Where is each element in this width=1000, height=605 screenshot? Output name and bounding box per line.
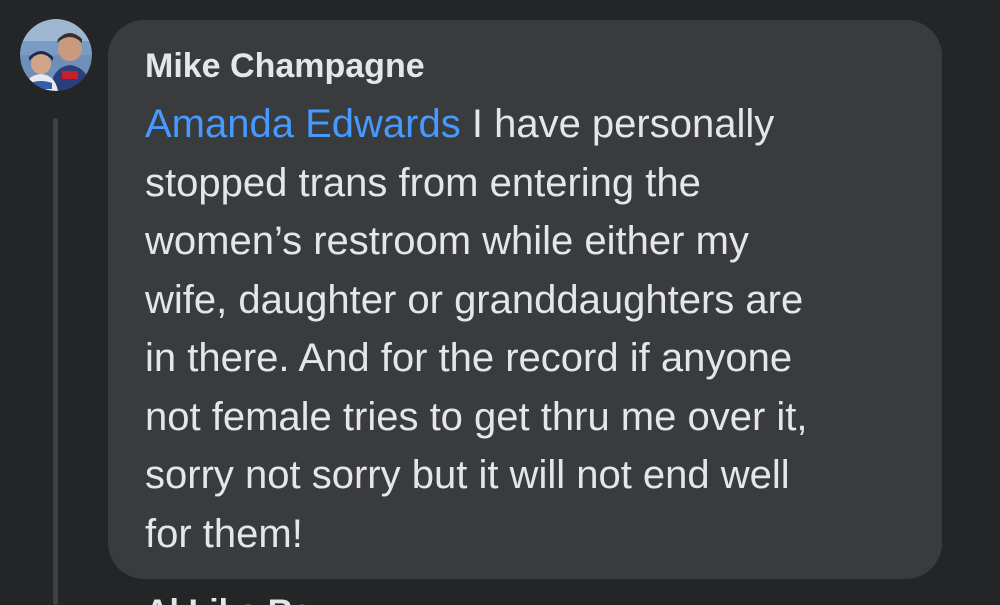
comment-line-3: women’s restroom while either my — [145, 219, 749, 263]
next-comment-author-partial[interactable]: Al Liko Re — [145, 592, 311, 605]
avatar-photo-icon — [20, 19, 92, 91]
comment-line-6: not female tries to get thru me over it, — [145, 394, 808, 439]
comment-author-name[interactable]: Mike Champagne — [145, 46, 425, 86]
avatar[interactable] — [20, 19, 92, 91]
comment-thread: Mike Champagne Amanda Edwards I have per… — [0, 0, 1000, 605]
comment-line-1-text: I have personally — [460, 102, 775, 146]
comment-line-2: stopped trans from entering the — [145, 160, 701, 205]
comment-text: Amanda Edwards I have personally stopped… — [145, 95, 925, 563]
comment-line-7: sorry not sorry but it will not end well — [145, 453, 790, 497]
mention-link[interactable]: Amanda Edwards — [145, 102, 461, 146]
thread-connector-line — [53, 118, 58, 605]
comment-line-5: in there. And for the record if anyone — [145, 336, 793, 380]
comment-line-8: for them! — [145, 511, 303, 556]
comment-line-4: wife, daughter or granddaughters are — [145, 277, 804, 322]
comment-line-1: Amanda Edwards I have personally — [145, 95, 925, 154]
